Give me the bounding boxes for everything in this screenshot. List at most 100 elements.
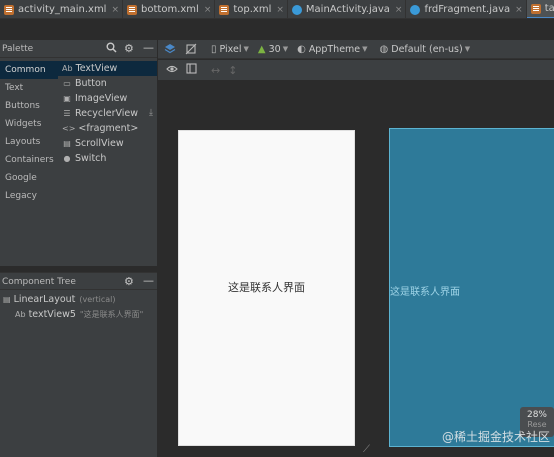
theme-selector[interactable]: ◐ AppTheme ▼ — [297, 44, 367, 55]
switch-icon: ● — [63, 154, 71, 163]
palette-category-common[interactable]: Common — [0, 61, 58, 79]
tree-node-label: LinearLayout — [13, 294, 76, 305]
palette-widget-textview[interactable]: Ab TextView — [58, 61, 157, 76]
preview-textview[interactable]: 这是联系人界面 — [179, 279, 354, 295]
design-secondary-toolbar: ↔ ↕ — [158, 60, 554, 80]
xml-file-icon — [219, 4, 230, 15]
palette-panel: Common Text Buttons Widgets Layouts Container… — [0, 58, 157, 266]
java-file-icon — [410, 4, 421, 15]
palette-widget-recyclerview[interactable]: ☰ RecyclerView ⤓ — [58, 106, 157, 121]
close-icon[interactable]: × — [111, 5, 119, 15]
widget-label: ScrollView — [75, 138, 124, 149]
phone-icon: ▯ — [211, 43, 217, 55]
palette-category-buttons[interactable]: Buttons — [0, 97, 58, 115]
tab-mainactivity-java[interactable]: MainActivity.java × — [288, 0, 407, 18]
chevron-down-icon: ▼ — [282, 45, 289, 53]
widget-label: Button — [75, 78, 107, 89]
linearlayout-icon: ▤ — [3, 295, 11, 304]
minimize-icon[interactable]: — — [143, 41, 154, 54]
palette-widget-button[interactable]: ▭ Button — [58, 76, 157, 91]
xml-file-icon — [530, 3, 541, 14]
design-preview[interactable]: 这是联系人界面 — [178, 130, 355, 446]
chevron-down-icon: ▼ — [243, 45, 249, 53]
close-icon[interactable]: × — [515, 5, 523, 15]
xml-file-icon — [4, 4, 14, 15]
imageview-icon: ▣ — [63, 94, 71, 103]
download-icon[interactable]: ⤓ — [149, 106, 153, 121]
widget-label: ImageView — [75, 93, 128, 104]
vertical-arrows-icon[interactable]: ↕ — [228, 64, 237, 77]
tree-node-linearlayout[interactable]: ▤ LinearLayout (vertical) — [0, 293, 157, 307]
palette-categories: Common Text Buttons Widgets Layouts Container… — [0, 61, 58, 205]
android-icon: ▲ — [257, 43, 266, 55]
tab-bottom-xml[interactable]: bottom.xml × — [123, 0, 216, 18]
tab-label: MainActivity.java — [305, 4, 390, 15]
tab-frdfragment-java[interactable]: frdFragment.java × — [406, 0, 527, 18]
palette-category-legacy[interactable]: Legacy — [0, 187, 58, 205]
close-icon[interactable]: × — [395, 5, 403, 15]
android-studio-window: activity_main.xml × bottom.xml × top.xml × Mai… — [0, 0, 554, 457]
palette-category-widgets[interactable]: Widgets — [0, 115, 58, 133]
palette-category-containers[interactable]: Containers — [0, 151, 58, 169]
blueprint-preview[interactable]: 这是联系人界面 — [389, 128, 554, 447]
button-icon: ▭ — [63, 79, 71, 88]
globe-icon: ◍ — [379, 43, 389, 55]
palette-header: Palette ⚙ — — [0, 40, 157, 58]
close-icon[interactable]: × — [276, 5, 284, 15]
eye-icon[interactable] — [166, 64, 178, 77]
minimize-icon[interactable]: — — [143, 274, 154, 287]
palette-category-text[interactable]: Text — [0, 79, 58, 97]
tree-node-meta: (vertical) — [79, 295, 116, 304]
design-canvas[interactable]: 这是联系人界面 ⟋ 这是联系人界面 — [158, 80, 554, 457]
palette-widget-switch[interactable]: ● Switch — [58, 151, 157, 166]
watermark: @稀土掘金技术社区 — [441, 430, 550, 444]
gear-icon[interactable]: ⚙ — [124, 42, 134, 55]
widget-label: TextView — [75, 63, 118, 74]
blueprint-toggle-icon[interactable] — [185, 43, 197, 55]
palette-widget-scrollview[interactable]: ▤ ScrollView — [58, 136, 157, 151]
component-tree-header: Component Tree ⚙ — — [0, 272, 157, 290]
palette-title: Palette — [2, 44, 34, 54]
tab-label: activity_main.xml — [18, 4, 107, 15]
tree-node-meta: "这是联系人界面" — [79, 310, 144, 319]
tab-activity-main-xml[interactable]: activity_main.xml × — [0, 0, 124, 18]
tab-label: tab02.xml — [544, 3, 554, 14]
layers-icon[interactable] — [164, 43, 176, 55]
horizontal-arrows-icon[interactable]: ↔ — [211, 64, 220, 77]
editor-tab-bar: activity_main.xml × bottom.xml × top.xml × Mai… — [0, 0, 554, 19]
gear-icon[interactable]: ⚙ — [124, 275, 134, 288]
fragment-icon: <> — [62, 124, 76, 133]
zoom-percent: 28% — [526, 410, 547, 420]
widget-label: Switch — [75, 153, 107, 164]
locale-selector[interactable]: ◍ Default (en-us) ▼ — [380, 44, 471, 55]
tab-tab02-xml[interactable]: tab02.xml× — [526, 0, 554, 18]
chevron-down-icon: ▼ — [464, 45, 471, 53]
palette-category-layouts[interactable]: Layouts — [0, 133, 58, 151]
tab-label: bottom.xml — [141, 4, 199, 15]
device-selector[interactable]: ▯ Pixel ▼ — [211, 44, 249, 55]
xml-file-icon — [127, 4, 138, 15]
tree-node-textview5[interactable]: Ab textView5 "这是联系人界面" — [0, 308, 157, 322]
component-tree-title: Component Tree — [2, 277, 76, 287]
blueprint-textview[interactable]: 这是联系人界面 — [390, 283, 460, 298]
component-tree-panel: ▤ LinearLayout (vertical) Ab textView5 "这是联系人… — [0, 290, 157, 457]
chevron-down-icon: ▼ — [362, 45, 368, 53]
theme-icon: ◐ — [297, 43, 306, 55]
tab-label: frdFragment.java — [424, 4, 511, 15]
tab-top-xml[interactable]: top.xml × — [215, 0, 288, 18]
close-icon[interactable]: × — [204, 5, 212, 15]
tab-label: top.xml — [233, 4, 272, 15]
api-selector[interactable]: ▲ 30 ▼ — [258, 44, 288, 55]
textview-icon: Ab — [15, 310, 26, 319]
palette-widget-fragment[interactable]: <> <fragment> — [58, 121, 157, 136]
theme-label: AppTheme — [308, 43, 361, 55]
java-file-icon — [291, 4, 302, 15]
palette-widgets: Ab TextView ▭ Button ▣ ImageView ☰ RecyclerView… — [58, 61, 157, 166]
split-view-icon[interactable] — [186, 63, 197, 77]
resize-handle-icon[interactable]: ⟋ — [363, 444, 370, 455]
palette-widget-imageview[interactable]: ▣ ImageView — [58, 91, 157, 106]
search-icon[interactable] — [106, 42, 117, 56]
palette-category-google[interactable]: Google — [0, 169, 58, 187]
design-toolbar: ▯ Pixel ▼ ▲ 30 ▼ ◐ AppTheme ▼ ◍ Default … — [158, 40, 554, 59]
widget-label: RecyclerView — [75, 108, 139, 119]
